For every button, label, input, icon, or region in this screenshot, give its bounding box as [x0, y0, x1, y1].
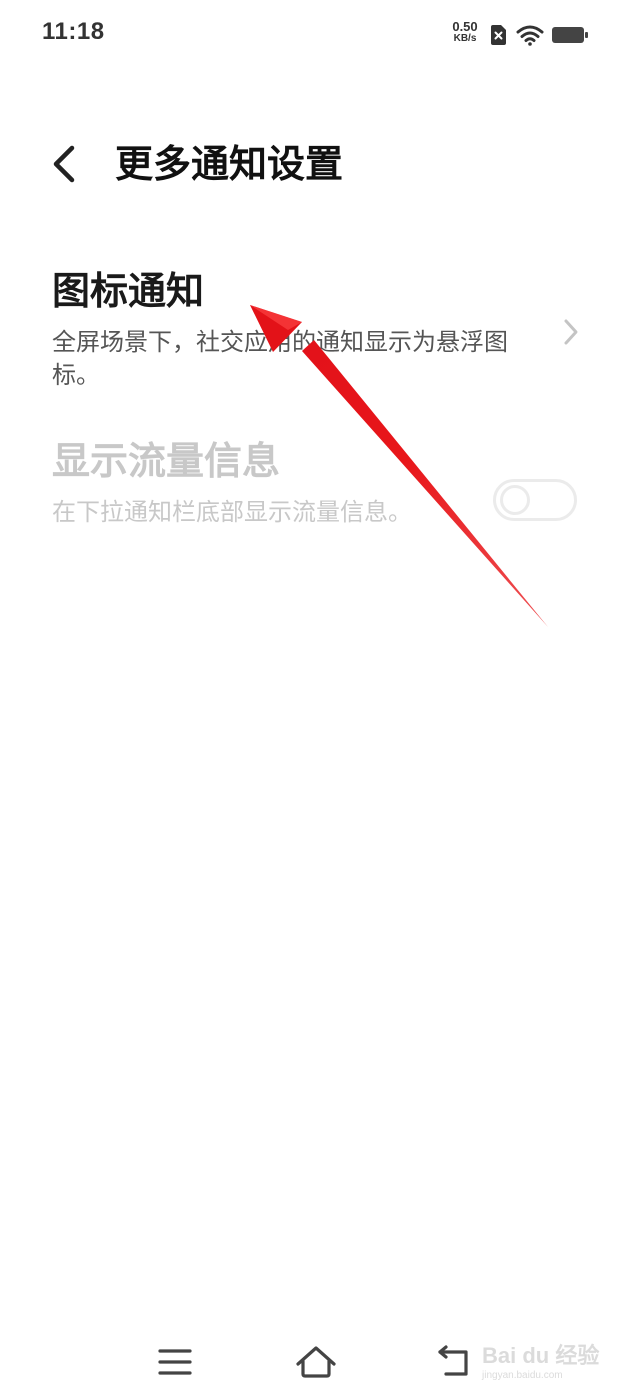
home-icon[interactable] — [292, 1340, 340, 1384]
icon-notification-item[interactable]: 图标通知 全屏场景下，社交应用的通知显示为悬浮图标。 — [0, 262, 630, 412]
chevron-left-icon — [53, 145, 75, 183]
status-bar: 11:18 0.50 KB/s — [0, 0, 630, 70]
network-speed: 0.50 KB/s — [444, 19, 486, 45]
watermark-url: jingyan.baidu.com — [482, 1370, 563, 1381]
data-usage-info-toggle[interactable] — [493, 479, 577, 521]
watermark: Bai du 经验 jingyan.baidu.com — [478, 1330, 618, 1390]
annotation-arrow — [250, 305, 548, 627]
toggle-knob — [500, 485, 530, 515]
data-usage-info-item: 显示流量信息 在下拉通知栏底部显示流量信息。 — [0, 432, 630, 582]
watermark-text: Bai du 经验 — [482, 1343, 600, 1368]
network-speed-unit: KB/s — [453, 33, 477, 44]
menu-icon[interactable] — [156, 1342, 196, 1382]
back-icon[interactable] — [436, 1342, 476, 1382]
data-usage-info-description: 在下拉通知栏底部显示流量信息。 — [52, 498, 412, 526]
icon-notification-description: 全屏场景下，社交应用的通知显示为悬浮图标。 — [52, 328, 508, 389]
chevron-right-icon — [564, 319, 578, 345]
network-speed-value: 0.50 — [452, 19, 478, 34]
status-time: 11:18 — [42, 18, 105, 45]
back-button[interactable] — [44, 140, 88, 188]
icon-notification-title: 图标通知 — [52, 269, 205, 313]
battery-icon — [552, 27, 588, 43]
data-usage-info-title: 显示流量信息 — [52, 439, 281, 483]
page-title: 更多通知设置 — [115, 142, 344, 186]
wifi-icon — [516, 25, 544, 46]
no-sim-icon — [491, 25, 506, 45]
